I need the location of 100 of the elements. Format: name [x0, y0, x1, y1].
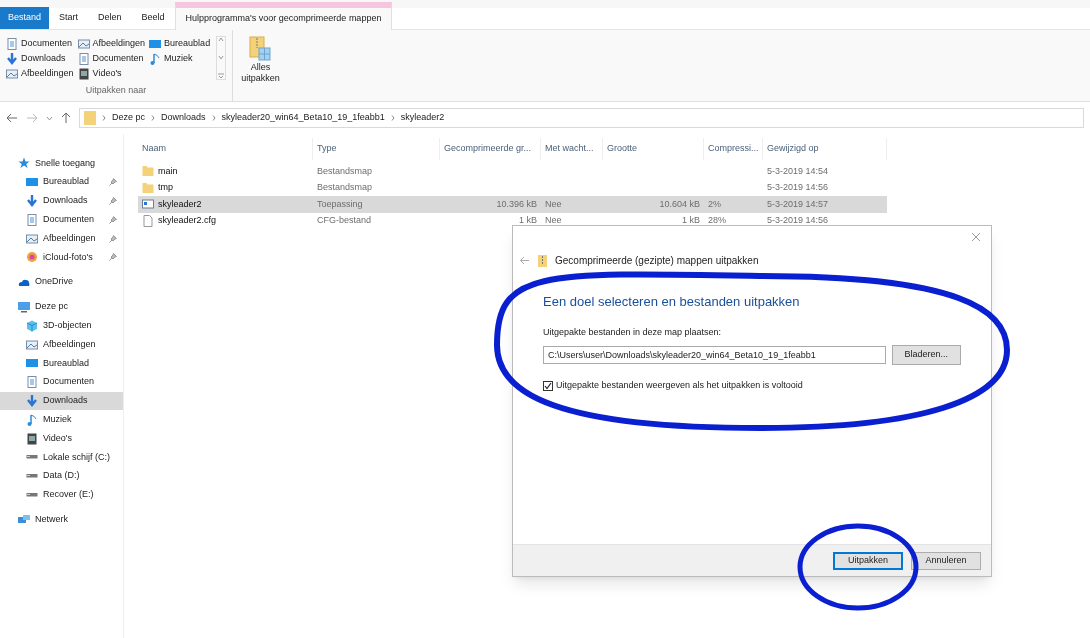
- music-note-icon: [26, 413, 38, 426]
- document-icon: [77, 52, 90, 65]
- table-cell-text: Nee: [545, 214, 562, 227]
- scroll-up-icon[interactable]: [218, 37, 225, 42]
- extract-button[interactable]: Uitpakken: [833, 551, 903, 570]
- sidebar-item[interactable]: Video's: [0, 429, 123, 448]
- browse-button[interactable]: Bladeren...: [891, 345, 961, 365]
- desktop-icon: [149, 37, 162, 50]
- folder-path-field[interactable]: C:\Users\user\Downloads\skyleader20_win64_Beta10_19_1feabb1: [543, 346, 886, 364]
- expand-icon[interactable]: [218, 73, 225, 79]
- column-header[interactable]: Met wacht...: [541, 138, 603, 160]
- application-icon: [142, 198, 154, 211]
- table-cell: 10.604 kB: [659, 197, 700, 211]
- zip-folder-icon: [249, 36, 272, 62]
- sidebar-item[interactable]: Muziek: [0, 410, 123, 430]
- folder-icon: [142, 165, 154, 178]
- sidebar-item[interactable]: iCloud-foto's: [0, 248, 123, 267]
- film-icon: [77, 67, 90, 80]
- table-cell: Toepassing: [317, 197, 363, 211]
- ribbon-tab[interactable]: Hulpprogramma's voor gecomprimeerde mappen: [174, 2, 393, 30]
- ribbon-tab[interactable]: Beeld: [131, 7, 175, 29]
- sidebar-item[interactable]: Documenten: [0, 372, 123, 392]
- sidebar-item[interactable]: Netwerk: [0, 510, 123, 530]
- breadcrumb-item[interactable]: Downloads: [161, 111, 206, 125]
- checkbox[interactable]: [543, 380, 553, 391]
- picture-icon: [77, 37, 90, 50]
- sidebar-item[interactable]: Deze pc: [0, 297, 123, 317]
- up-arrow-icon[interactable]: [61, 112, 71, 124]
- sidebar-item[interactable]: Data (D:): [0, 466, 123, 486]
- drive-icon: [26, 455, 38, 460]
- table-cell: 2%: [708, 197, 721, 211]
- dialog-heading: Een doel selecteren en bestanden uitpakken: [543, 293, 801, 311]
- address-bar[interactable]: Deze pc Downloads skyleader20_win64_Beta10_19_1feabb1 skyleader2: [79, 108, 1084, 128]
- table-cell-text: Bestandsmap: [317, 181, 373, 194]
- table-cell: Bestandsmap: [317, 164, 373, 178]
- destination-button[interactable]: Bureaublad: [149, 36, 211, 51]
- file-row[interactable]: skyleader2.cfg CFG-bestand 1 kB Nee 1 kB 28% 5-3-2019 14:56: [138, 212, 887, 229]
- file-row[interactable]: main Bestandsmap 5-3-2019 14:54: [138, 163, 887, 180]
- table-cell-text: 1 kB: [519, 214, 537, 227]
- picture-icon: [6, 67, 18, 80]
- column-header[interactable]: Type: [313, 138, 440, 160]
- sidebar-item[interactable]: OneDrive: [0, 272, 123, 292]
- sidebar-item[interactable]: Snelle toegang: [0, 154, 123, 173]
- forward-arrow-icon[interactable]: [26, 113, 38, 123]
- dialog-title: Gecomprimeerde (gezipte) mappen uitpakken: [555, 254, 759, 268]
- sidebar-item[interactable]: 3D-objecten: [0, 316, 123, 336]
- table-cell-text: 28%: [708, 214, 726, 227]
- drive-icon: [26, 492, 38, 497]
- scroll-down-icon[interactable]: [218, 55, 225, 60]
- table-cell-text: 5-3-2019 14:56: [767, 214, 829, 227]
- sidebar-item[interactable]: Afbeeldingen: [0, 229, 123, 248]
- sidebar-item[interactable]: Bureaublad: [0, 353, 123, 373]
- folder-icon: [142, 181, 154, 194]
- film-icon: [26, 432, 38, 445]
- sidebar-item[interactable]: Downloads: [0, 391, 123, 411]
- column-header[interactable]: Naam: [138, 138, 313, 160]
- download-arrow-icon: [26, 394, 38, 407]
- destination-button[interactable]: Documenten: [6, 36, 74, 51]
- sidebar-item[interactable]: Bureaublad: [0, 172, 123, 192]
- breadcrumb-item[interactable]: Deze pc: [112, 111, 146, 125]
- group-label: Uitpakken naar: [84, 83, 148, 97]
- destination-button[interactable]: Downloads: [6, 51, 74, 66]
- document-icon: [26, 213, 38, 226]
- column-header[interactable]: Grootte: [603, 138, 704, 160]
- file-row[interactable]: tmp Bestandsmap 5-3-2019 14:56: [138, 179, 887, 196]
- destination-button[interactable]: Video's: [77, 66, 146, 81]
- zip-folder-icon: [538, 254, 547, 267]
- destination-button[interactable]: Afbeeldingen: [6, 66, 74, 81]
- picture-icon: [26, 232, 38, 245]
- extract-all-button[interactable]: Alles uitpakken: [233, 30, 288, 101]
- file-name: tmp: [158, 181, 173, 194]
- destination-button[interactable]: Documenten: [77, 51, 146, 66]
- file-row[interactable]: skyleader2 Toepassing 10.396 kB Nee 10.604 kB 2% 5-3-2019 14:57: [138, 196, 887, 213]
- photos-icon: [26, 251, 38, 264]
- destination-button[interactable]: Muziek: [149, 51, 211, 66]
- file-icon: [142, 214, 154, 227]
- table-cell: 10.396 kB: [496, 197, 537, 211]
- table-cell-text: 1 kB: [682, 214, 700, 227]
- sidebar-item[interactable]: Downloads: [0, 191, 123, 211]
- column-header[interactable]: Compressi...: [704, 138, 763, 160]
- chevron-icon: [211, 115, 216, 121]
- breadcrumb-item[interactable]: skyleader2: [400, 111, 445, 125]
- dropdown-caret-icon[interactable]: [46, 115, 53, 121]
- column-header[interactable]: Gewijzigd op: [763, 138, 887, 160]
- sidebar-item[interactable]: Recover (E:): [0, 485, 123, 505]
- destination-button[interactable]: Afbeeldingen: [77, 36, 146, 51]
- ribbon-tab[interactable]: Delen: [88, 7, 132, 29]
- sidebar-item[interactable]: Documenten: [0, 210, 123, 230]
- sidebar-item[interactable]: Lokale schijf (C:): [0, 447, 123, 467]
- cancel-button[interactable]: Annuleren: [911, 551, 981, 570]
- breadcrumb-item[interactable]: skyleader20_win64_Beta10_19_1feabb1: [221, 111, 385, 125]
- sidebar-item[interactable]: Afbeeldingen: [0, 335, 123, 354]
- ribbon-tab[interactable]: Bestand: [0, 7, 50, 29]
- cube-icon: [26, 319, 38, 332]
- table-cell: 5-3-2019 14:57: [767, 197, 829, 211]
- column-header[interactable]: Gecomprimeerde gr...: [440, 138, 541, 160]
- close-icon[interactable]: [971, 232, 981, 242]
- picture-icon: [26, 338, 38, 351]
- ribbon-tab[interactable]: Start: [49, 7, 89, 29]
- back-arrow-icon[interactable]: [6, 113, 18, 123]
